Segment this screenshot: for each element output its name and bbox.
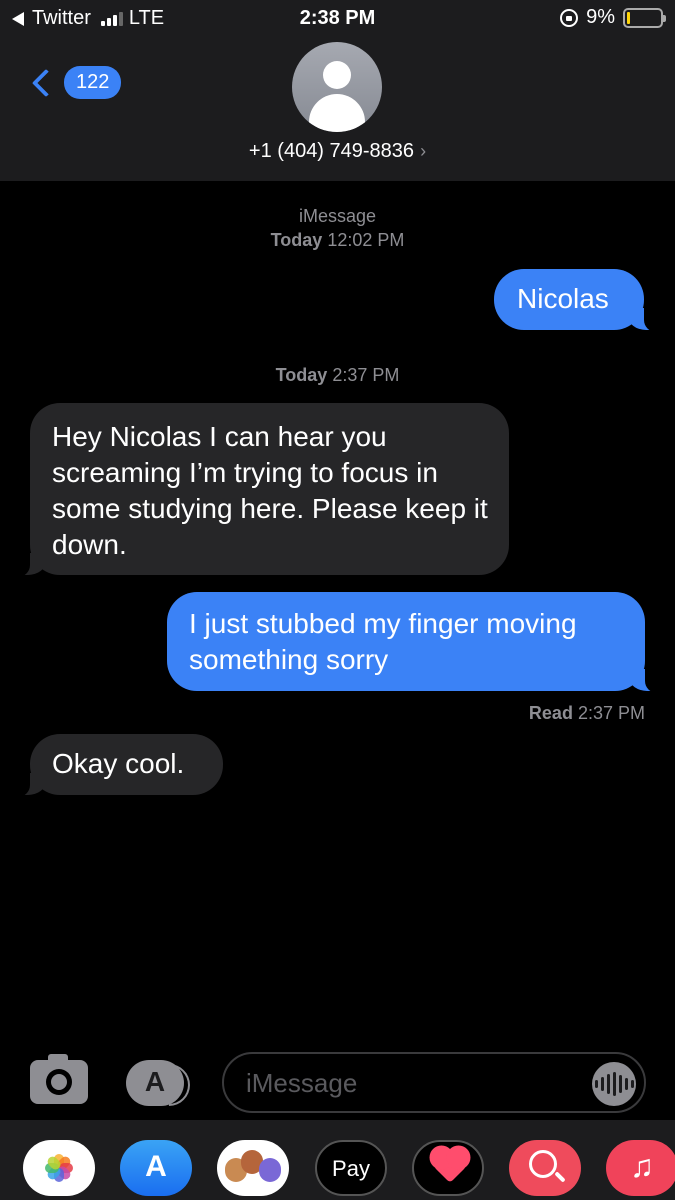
- service-label: iMessage: [298, 206, 377, 226]
- heart-glyph: [433, 1149, 467, 1183]
- message-bubble-outgoing[interactable]: Nicolas: [494, 269, 666, 332]
- camera-button[interactable]: [30, 1054, 88, 1104]
- conversation-header: Twitter LTE 2:38 PM 9% 122 +1 (404) 749-…: [0, 0, 675, 181]
- chevron-right-icon: ›: [420, 141, 427, 161]
- person-head-icon: [323, 61, 351, 89]
- chevron-left-icon: [31, 68, 61, 97]
- timestamp: Today 2:37 PM: [0, 365, 675, 386]
- message-text: Nicolas: [517, 283, 609, 314]
- heart-sticker-icon[interactable]: [412, 1140, 484, 1196]
- apple-pay-icon[interactable]: Pay: [315, 1140, 387, 1196]
- read-label: Read: [528, 703, 573, 723]
- timestamp-day: Today: [275, 365, 328, 385]
- timestamp-day: Today: [270, 230, 323, 250]
- music-icon[interactable]: ♫: [606, 1140, 675, 1196]
- message-text: Okay cool.: [52, 748, 185, 779]
- apple-pay-label: Pay: [332, 1156, 370, 1181]
- camera-icon: [46, 1069, 72, 1095]
- message-bubble-incoming[interactable]: Hey Nicolas I can hear you screaming I’m…: [8, 403, 509, 577]
- contact-number: +1 (404) 749-8836: [248, 140, 415, 162]
- battery-percent: 9%: [586, 6, 615, 28]
- message-bubble-incoming[interactable]: Okay cool.: [8, 734, 223, 797]
- message-bubble-outgoing[interactable]: I just stubbed my finger moving somethin…: [167, 592, 667, 693]
- status-bar: Twitter LTE 2:38 PM 9%: [0, 0, 675, 38]
- photos-flower-icon: [45, 1154, 73, 1182]
- app-store-glyph: A: [145, 1150, 167, 1183]
- read-receipt: Read 2:37 PM: [529, 703, 645, 724]
- battery-icon: [623, 7, 666, 28]
- timestamp: Today 12:02 PM: [0, 230, 675, 251]
- timestamp-time: 2:37 PM: [332, 365, 400, 385]
- battery-fill: [627, 11, 630, 24]
- contact-name-button[interactable]: +1 (404) 749-8836 ›: [0, 140, 675, 163]
- app-store-icon: A: [144, 1066, 166, 1097]
- image-search-icon[interactable]: [509, 1140, 581, 1196]
- message-text: I just stubbed my finger moving somethin…: [189, 608, 577, 675]
- message-input[interactable]: iMessage: [222, 1052, 646, 1113]
- unread-count-badge: 122: [64, 66, 122, 99]
- app-drawer: A Pay ♫: [0, 1120, 675, 1200]
- timestamp-time: 12:02 PM: [327, 230, 405, 250]
- photos-icon[interactable]: [23, 1140, 95, 1196]
- back-button[interactable]: 122: [28, 66, 122, 99]
- contact-avatar[interactable]: [292, 42, 382, 132]
- message-text: Hey Nicolas I can hear you screaming I’m…: [52, 421, 488, 560]
- magnifier-glyph: [529, 1150, 557, 1178]
- person-body-icon: [309, 94, 365, 132]
- app-store-icon[interactable]: A: [120, 1140, 192, 1196]
- read-time: 2:37 PM: [577, 703, 645, 723]
- memoji-icon[interactable]: [217, 1140, 289, 1196]
- music-note-glyph: ♫: [630, 1148, 654, 1184]
- rotation-lock-icon: [560, 8, 579, 27]
- audio-message-button[interactable]: [592, 1062, 636, 1106]
- status-right: 9%: [560, 6, 666, 29]
- message-input-placeholder: iMessage: [246, 1068, 358, 1098]
- app-store-button[interactable]: A: [126, 1060, 184, 1106]
